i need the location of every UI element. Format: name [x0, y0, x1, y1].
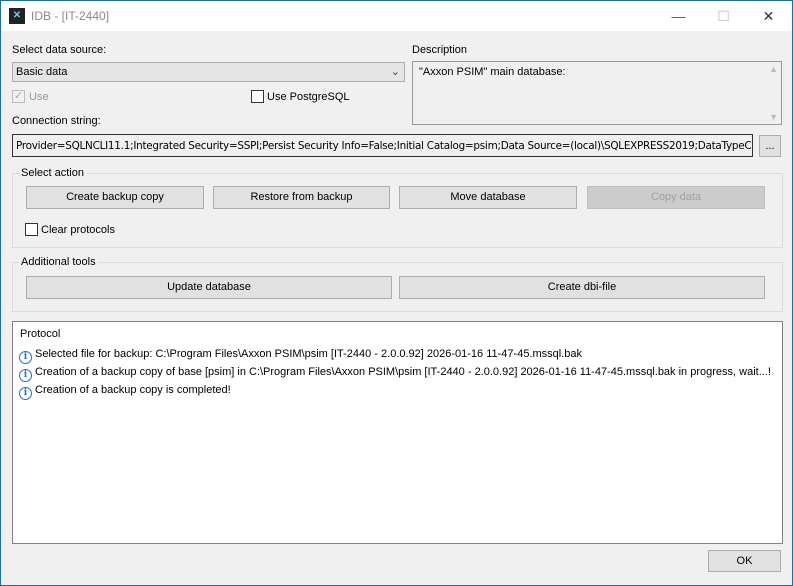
log-text: Selected file for backup: C:\Program Fil…: [35, 348, 583, 360]
log-entry: i Creation of a backup copy is completed!: [19, 384, 231, 400]
idb-window: ✕ IDB - [IT-2440] — ☐ ✕ Select data sour…: [0, 0, 793, 586]
title-bar: ✕ IDB - [IT-2440] — ☐ ✕: [1, 1, 792, 31]
description-label: Description: [412, 44, 468, 56]
app-icon: ✕: [9, 8, 25, 24]
maximize-button[interactable]: ☐: [701, 1, 746, 31]
additional-tools-label: Additional tools: [19, 256, 98, 268]
data-source-label: Select data source:: [12, 44, 107, 56]
info-icon: i: [19, 351, 32, 364]
update-database-button[interactable]: Update database: [26, 276, 392, 299]
chevron-down-icon: ⌄: [390, 66, 400, 78]
connection-string-label: Connection string:: [12, 115, 101, 127]
log-entry: i Selected file for backup: C:\Program Fi…: [19, 348, 582, 364]
data-source-value: Basic data: [16, 66, 68, 78]
log-text: Creation of a backup copy is completed!: [35, 384, 231, 396]
create-backup-button[interactable]: Create backup copy: [26, 186, 204, 209]
info-icon: i: [19, 369, 32, 382]
description-text[interactable]: "Axxon PSIM" main database: ▲ ▼: [412, 61, 782, 125]
description-value: "Axxon PSIM" main database:: [419, 66, 566, 78]
minimize-button[interactable]: —: [656, 1, 701, 31]
create-dbi-file-button[interactable]: Create dbi-file: [399, 276, 765, 299]
log-entry: i Creation of a backup copy of base [psim…: [19, 366, 771, 382]
data-source-select[interactable]: Basic data ⌄: [12, 62, 405, 82]
restore-backup-button[interactable]: Restore from backup: [213, 186, 390, 209]
clear-protocols-checkbox[interactable]: [25, 223, 38, 236]
close-button[interactable]: ✕: [746, 1, 791, 31]
info-icon: i: [19, 387, 32, 400]
clear-protocols-label: Clear protocols: [41, 224, 115, 236]
log-text: Creation of a backup copy of base [psim]…: [35, 366, 771, 378]
select-action-label: Select action: [19, 167, 86, 179]
window-title: IDB - [IT-2440]: [31, 9, 110, 23]
ok-button[interactable]: OK: [708, 550, 781, 572]
connection-string-input[interactable]: Provider=SQLNCLI11.1;Integrated Security…: [12, 134, 753, 157]
scroll-down-icon[interactable]: ▼: [769, 112, 778, 122]
protocol-log[interactable]: Protocol i Selected file for backup: C:\P…: [12, 321, 783, 544]
use-postgresql-label: Use PostgreSQL: [267, 91, 350, 103]
protocol-label: Protocol: [20, 328, 61, 340]
use-postgresql-checkbox[interactable]: [251, 90, 264, 103]
browse-connection-button[interactable]: ...: [759, 135, 781, 157]
use-checkbox[interactable]: ✓: [12, 90, 25, 103]
use-label: Use: [29, 91, 49, 103]
move-database-button[interactable]: Move database: [399, 186, 577, 209]
scroll-up-icon[interactable]: ▲: [769, 64, 778, 74]
copy-data-button[interactable]: Copy data: [587, 186, 765, 209]
select-action-group: [12, 173, 783, 248]
